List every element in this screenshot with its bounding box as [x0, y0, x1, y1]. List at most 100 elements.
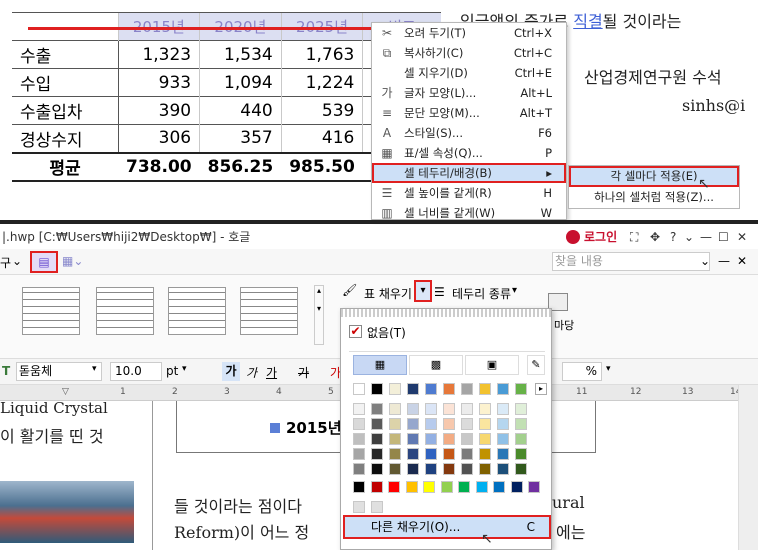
color-swatch[interactable] [497, 463, 509, 475]
color-swatch[interactable] [510, 481, 523, 493]
chevron-down-icon[interactable]: ▾ [182, 364, 187, 374]
no-fill-option[interactable]: 없음(T) [367, 324, 406, 341]
checkbox-checked-icon[interactable]: ✔ [349, 325, 362, 338]
menu-item-char-shape[interactable]: 가 글자 모양(L)... Alt+L [372, 83, 566, 103]
color-swatch[interactable] [461, 403, 473, 415]
font-select[interactable]: 돋움체 [16, 362, 102, 381]
color-swatch[interactable] [515, 418, 527, 430]
color-swatch[interactable] [371, 501, 383, 513]
color-swatch[interactable] [479, 403, 491, 415]
color-swatch[interactable] [389, 433, 401, 445]
font-size-input[interactable]: 10.0 [110, 362, 162, 381]
color-swatch[interactable] [443, 448, 455, 460]
table-cell[interactable]: 440 [199, 96, 282, 125]
color-swatch[interactable] [425, 383, 437, 395]
color-swatch[interactable] [461, 418, 473, 430]
color-swatch[interactable] [443, 383, 455, 395]
row-label[interactable]: 수출 [12, 40, 119, 69]
chevron-down-icon[interactable]: ▾ [512, 285, 517, 296]
color-swatch[interactable] [515, 448, 527, 460]
table-cell[interactable]: 1,094 [199, 68, 282, 97]
table-fill-label[interactable]: 표 채우기 [364, 285, 412, 302]
table-cell[interactable]: 306 [117, 124, 200, 153]
color-swatch[interactable] [497, 383, 509, 395]
close-doc-icon[interactable]: ✕ [737, 254, 747, 268]
color-swatch[interactable] [407, 418, 419, 430]
vertical-scrollbar[interactable] [738, 385, 758, 550]
color-swatch[interactable] [443, 418, 455, 430]
menu-item-cut[interactable]: ✂ 오려 두기(T) Ctrl+X [372, 23, 566, 43]
color-swatch[interactable] [353, 501, 365, 513]
strike-icon[interactable]: 가 [298, 364, 309, 381]
color-swatch[interactable] [461, 433, 473, 445]
palette-tab-spectrum[interactable]: ▩ [409, 355, 463, 375]
help-icon[interactable]: ? [670, 225, 676, 249]
menu-item-equal-height[interactable]: ☰ 셀 높이를 같게(R) H [372, 183, 566, 203]
color-swatch[interactable] [371, 433, 383, 445]
color-swatch[interactable] [353, 433, 365, 445]
table-style-preset[interactable] [168, 287, 226, 335]
color-swatch[interactable] [371, 383, 383, 395]
color-swatch[interactable] [388, 481, 400, 493]
color-swatch[interactable] [407, 463, 419, 475]
palette-tab-theme[interactable]: ▦ [353, 355, 407, 375]
italic-icon[interactable]: 가 [246, 364, 257, 381]
table-style-preset[interactable] [22, 287, 80, 335]
color-swatch[interactable] [497, 403, 509, 415]
color-swatch[interactable] [353, 383, 365, 395]
more-fill-option[interactable]: 다른 채우기(O)... C [343, 515, 551, 539]
menu-item-style[interactable]: A 스타일(S)... F6 [372, 123, 566, 143]
table-cell[interactable]: 856.25 [199, 151, 282, 182]
minimize-icon[interactable]: — [700, 225, 712, 249]
chevron-down-icon[interactable]: ⌄ [700, 254, 710, 268]
table-style-preset[interactable] [240, 287, 298, 335]
color-swatch[interactable] [407, 448, 419, 460]
table-grid-icon[interactable]: ▦⌄ [62, 254, 83, 268]
color-swatch[interactable] [497, 433, 509, 445]
color-swatch[interactable] [425, 448, 437, 460]
menu-item-para-shape[interactable]: ≡ 문단 모양(M)... Alt+T [372, 103, 566, 123]
color-swatch[interactable] [389, 418, 401, 430]
color-swatch[interactable] [479, 463, 491, 475]
table-cell[interactable]: 933 [117, 68, 200, 97]
color-swatch[interactable] [407, 433, 419, 445]
color-swatch[interactable] [497, 418, 509, 430]
find-input[interactable]: 찾을 내용 [552, 252, 710, 271]
login-link[interactable]: 로그인 [584, 225, 617, 249]
color-swatch[interactable] [371, 463, 383, 475]
color-swatch[interactable] [443, 463, 455, 475]
ruler-marker-icon[interactable]: ▽ [62, 387, 69, 397]
fill-dropdown-button[interactable]: ▾ [414, 280, 432, 302]
menu-item-copy[interactable]: ⧉ 복사하기(C) Ctrl+C [372, 43, 566, 63]
table-cell[interactable]: 357 [199, 124, 282, 153]
style-scroll[interactable]: ▴ ▾ [314, 285, 324, 345]
color-swatch[interactable] [515, 383, 527, 395]
color-swatch[interactable] [461, 383, 473, 395]
color-swatch[interactable] [461, 448, 473, 460]
color-swatch[interactable] [461, 463, 473, 475]
average-label[interactable]: 평균 [12, 151, 118, 182]
merge-label[interactable]: 마당 [554, 317, 574, 333]
fill-icon[interactable]: 🖌 [342, 283, 357, 297]
color-swatch[interactable] [371, 403, 383, 415]
font-unit[interactable]: pt [166, 364, 178, 378]
color-swatch[interactable] [479, 433, 491, 445]
color-swatch[interactable] [479, 383, 491, 395]
color-swatch[interactable] [493, 481, 505, 493]
table-cell[interactable]: 416 [280, 124, 363, 153]
chevron-down-icon[interactable]: ▾ [92, 364, 97, 374]
table-cell[interactable]: 1,323 [117, 40, 200, 69]
color-swatch[interactable] [370, 481, 383, 493]
border-icon[interactable]: ☰ [434, 285, 445, 299]
color-swatch[interactable] [475, 481, 488, 493]
table-cell[interactable]: 1,763 [280, 40, 363, 69]
row-label[interactable]: 수출입차 [12, 96, 119, 125]
row-label[interactable]: 수입 [12, 68, 119, 97]
table-cell[interactable]: 390 [117, 96, 200, 125]
underline-icon[interactable]: 가 [266, 364, 277, 381]
color-swatch[interactable] [389, 448, 401, 460]
table-style-preset[interactable] [96, 287, 154, 335]
ribbon-collapse-icon[interactable]: ⌄ [684, 225, 694, 249]
color-swatch[interactable] [405, 481, 418, 493]
color-swatch[interactable] [425, 418, 437, 430]
